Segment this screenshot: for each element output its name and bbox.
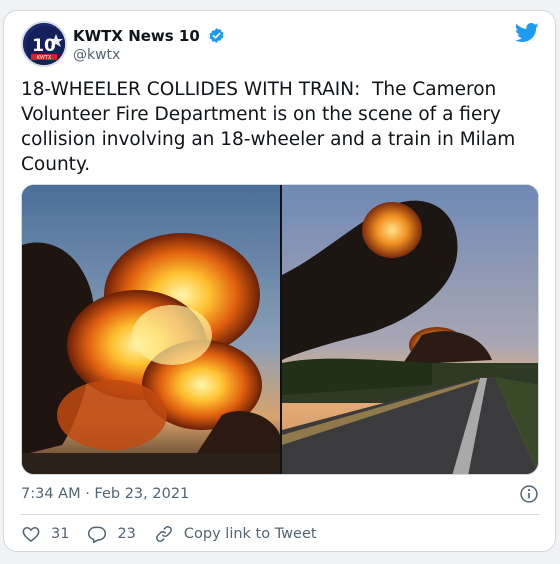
avatar-logo-subtext: KWTX [37, 55, 52, 61]
reply-bubble-icon [88, 526, 107, 544]
tweet-text: 18-WHEELER COLLIDES WITH TRAIN: The Came… [21, 79, 522, 175]
copy-link-label: Copy link to Tweet [183, 526, 317, 542]
tweet-actions: 31 23 Copy link to Tweet [21, 522, 539, 546]
verified-badge-icon [209, 28, 224, 43]
actions-divider [21, 514, 539, 515]
media-photo-left[interactable] [22, 185, 280, 474]
tweet-timestamp[interactable]: 7:34 AM · Feb 23, 2021 [21, 486, 189, 502]
like-button[interactable]: 31 [21, 524, 69, 544]
tweet-media[interactable] [21, 184, 539, 475]
twitter-bird-icon[interactable] [515, 23, 539, 43]
like-count: 31 [51, 526, 70, 542]
copy-link-button[interactable]: Copy link to Tweet [154, 524, 317, 544]
reply-button[interactable]: 23 [87, 524, 136, 544]
heart-icon [22, 526, 40, 543]
reply-count: 23 [117, 526, 136, 542]
display-name[interactable]: KWTX News 10 [73, 27, 200, 45]
avatar[interactable]: 10 KWTX [21, 21, 67, 67]
tweet-header: 10 KWTX KWTX News 10 @kwtx [21, 21, 539, 71]
tweet-card[interactable]: 10 KWTX KWTX News 10 @kwtx 18-WHEELER CO… [3, 10, 556, 552]
account-handle[interactable]: @kwtx [73, 47, 225, 63]
media-photo-right[interactable] [282, 185, 538, 474]
tweet-meta: 7:34 AM · Feb 23, 2021 [21, 483, 539, 507]
link-icon [155, 526, 172, 542]
account-name-block[interactable]: KWTX News 10 @kwtx [73, 25, 225, 63]
info-icon[interactable] [519, 484, 539, 504]
